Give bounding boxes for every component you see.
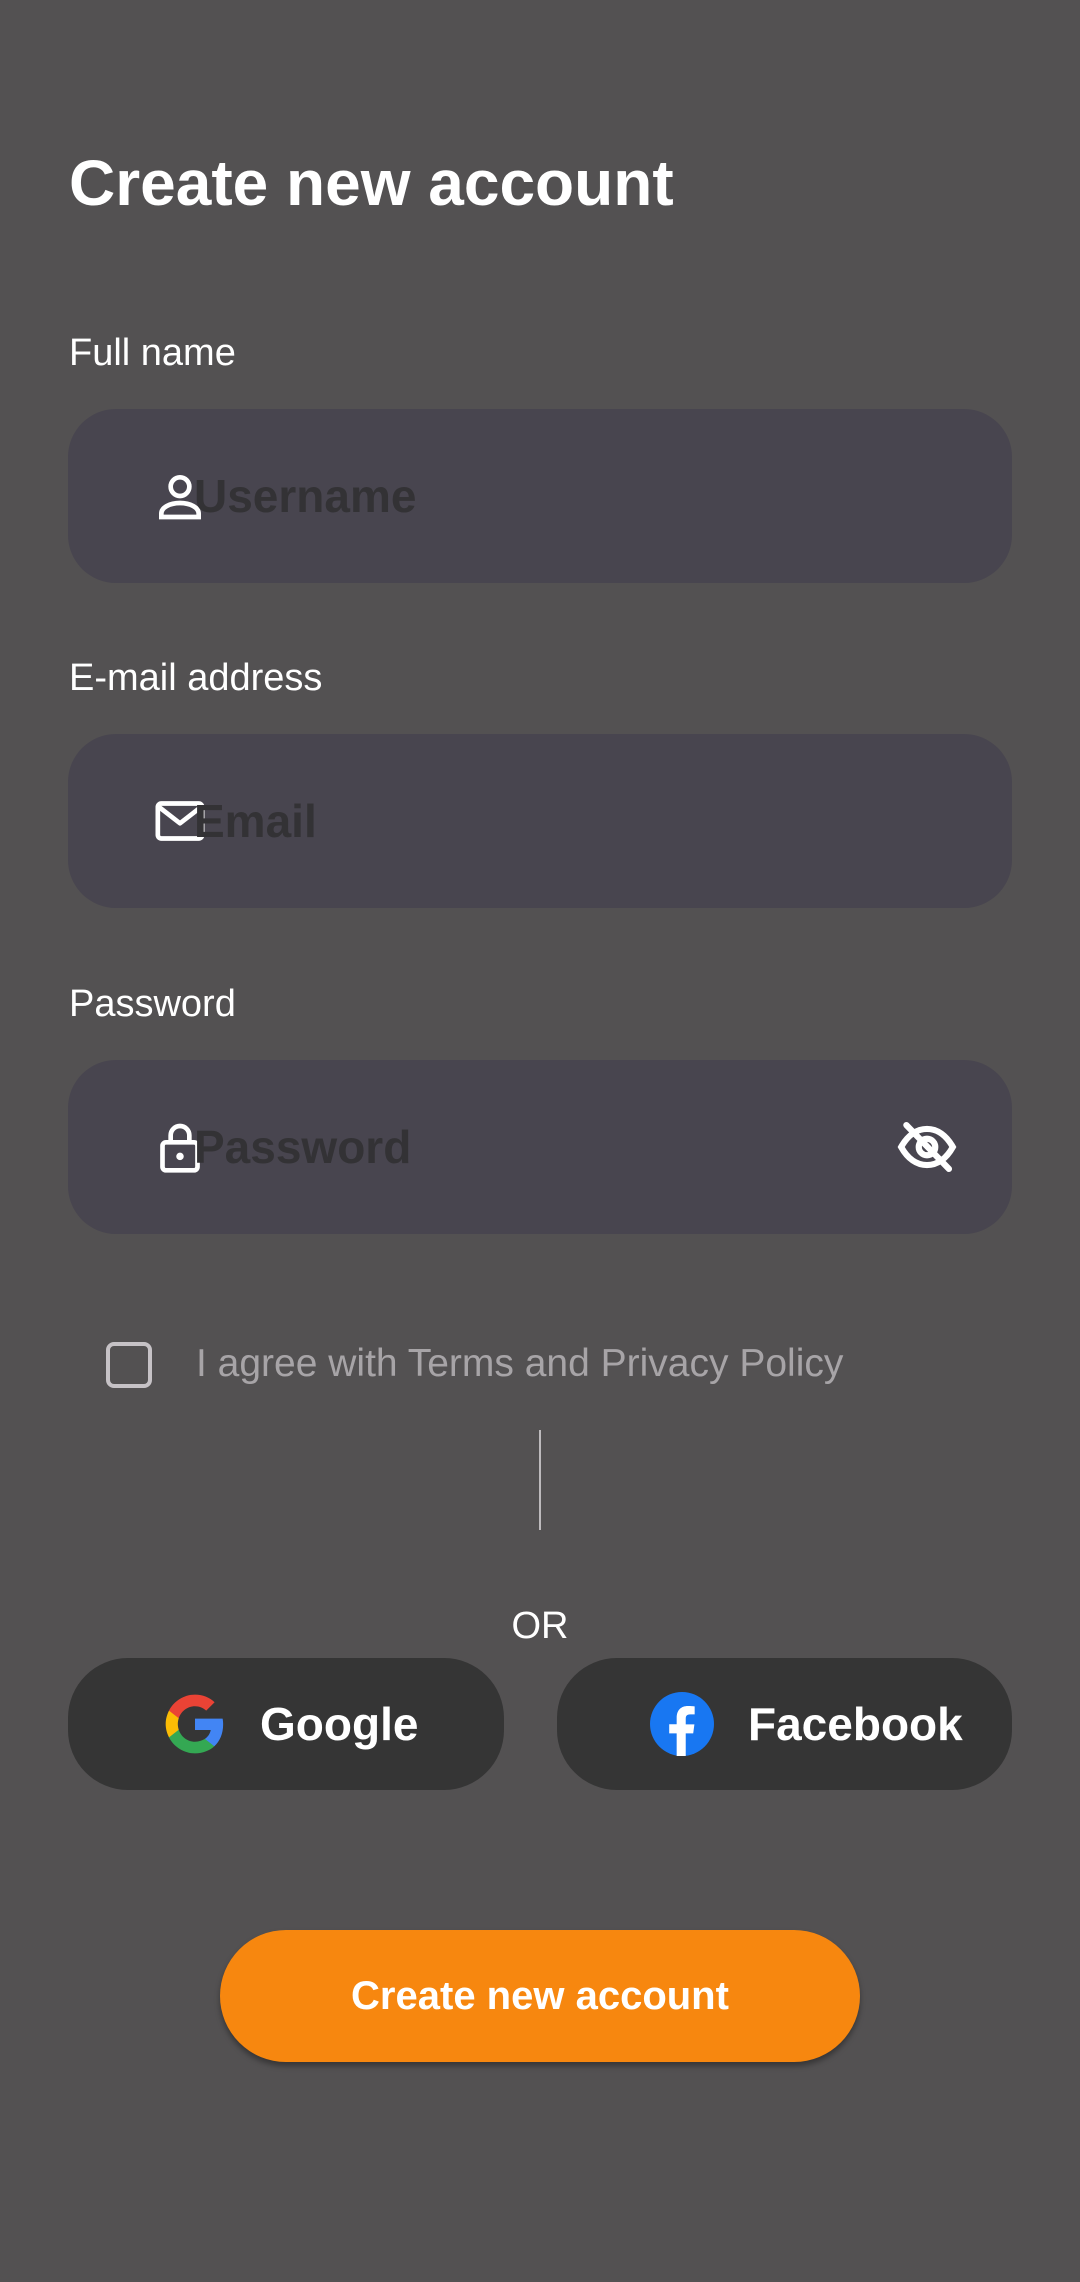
eye-off-icon[interactable] [896,1116,958,1178]
create-account-button[interactable]: Create new account [220,1930,860,2062]
username-field[interactable] [68,409,1012,583]
create-account-screen: Create new account Full name E-mail addr… [0,0,1080,2282]
facebook-label: Facebook [748,1698,963,1750]
or-separator: OR [511,1605,569,1647]
page-title: Create new account [69,147,674,219]
email-input[interactable] [194,734,894,908]
google-signin-button[interactable]: Google [68,1658,504,1790]
username-input[interactable] [194,409,894,583]
facebook-signin-button[interactable]: Facebook [557,1658,1012,1790]
terms-label: I agree with Terms and Privacy Policy [196,1342,844,1385]
password-field[interactable] [68,1060,1012,1234]
vertical-divider [539,1430,541,1530]
password-label: Password [69,983,236,1025]
password-input[interactable] [194,1060,894,1234]
google-label: Google [260,1698,419,1750]
email-label: E-mail address [69,657,323,699]
terms-checkbox[interactable] [106,1342,152,1388]
fullname-label: Full name [69,332,236,374]
email-field[interactable] [68,734,1012,908]
facebook-logo-icon [650,1692,714,1756]
google-logo-icon [165,1694,224,1754]
